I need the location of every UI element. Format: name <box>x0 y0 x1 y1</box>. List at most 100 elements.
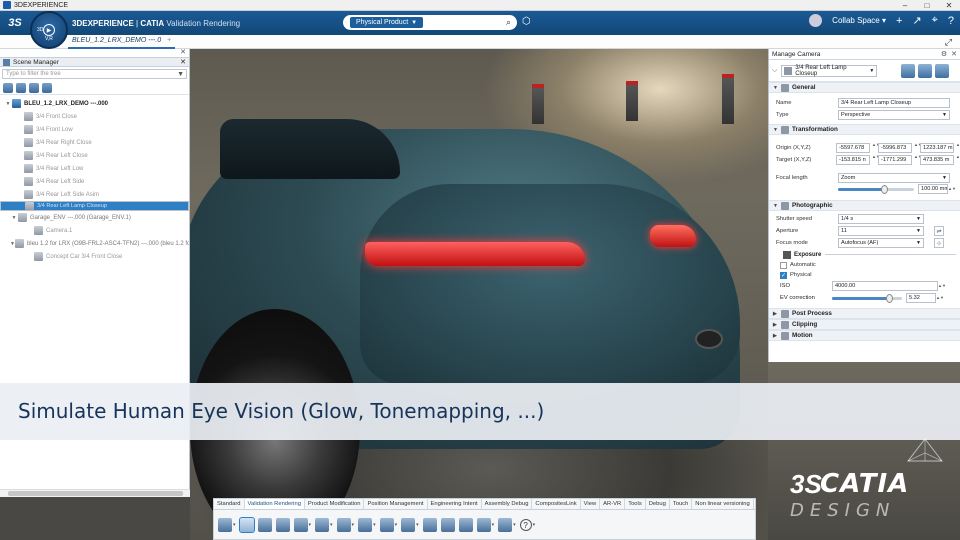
tab-tools[interactable]: Tools <box>625 499 646 509</box>
ev-correction-slider[interactable] <box>832 293 902 303</box>
link-icon[interactable]: ⇌ <box>934 226 944 236</box>
ds-logo-icon[interactable]: 3S <box>4 12 26 34</box>
chevron-down-icon[interactable]: ⌵ <box>772 67 777 75</box>
environment-tool-icon[interactable] <box>293 518 308 532</box>
batch-tool-icon[interactable] <box>476 518 491 532</box>
expand-tree-icon[interactable] <box>3 82 13 93</box>
stepper-icon[interactable]: ▲▼ <box>914 143 922 153</box>
tab-debug[interactable]: Debug <box>646 499 670 509</box>
table-tool-icon[interactable] <box>257 518 272 532</box>
add-tab-icon[interactable]: + <box>167 37 171 44</box>
close-icon[interactable]: ✕ <box>180 58 186 66</box>
stepper-icon[interactable]: ▲▼ <box>956 143 960 153</box>
section-clipping[interactable]: ▶ Clipping <box>769 319 960 330</box>
material-tool-icon[interactable] <box>336 518 351 532</box>
select-tool-icon[interactable] <box>218 518 232 532</box>
chevron-down-icon[interactable]: ▾ <box>233 522 236 528</box>
tab-view[interactable]: View <box>581 499 601 509</box>
view-compass-icon[interactable] <box>902 437 948 467</box>
render-tool-icon[interactable] <box>440 518 455 532</box>
tab-validation-rendering[interactable]: Validation Rendering <box>244 499 305 509</box>
tab-ar-vr[interactable]: AR-VR <box>600 499 626 509</box>
close-window-button[interactable]: ✕ <box>938 0 960 11</box>
shutter-speed-select[interactable]: 1/4 s ▼ <box>838 214 924 224</box>
tree-item[interactable]: 3/4 Rear Left Low <box>0 162 189 175</box>
video-tool-icon[interactable] <box>498 518 513 532</box>
section-motion[interactable]: ▶ Motion <box>769 330 960 341</box>
physical-checkbox[interactable]: ✓ <box>780 271 787 279</box>
fullscreen-icon[interactable]: ⤢ <box>945 37 952 48</box>
tab-compositeslink[interactable]: CompositesLink <box>532 499 581 509</box>
slider-knob[interactable] <box>886 293 894 303</box>
focal-length-slider[interactable] <box>838 184 914 194</box>
tab-non-linear-versioning[interactable]: Non linear versioning <box>692 499 754 509</box>
tab-standard[interactable]: Standard <box>214 499 245 509</box>
scrollbar-thumb[interactable] <box>8 491 183 496</box>
compass-widget[interactable]: 3D ▶ V,R <box>30 11 68 49</box>
search-icon[interactable]: ⌕ <box>506 17 511 28</box>
search-box[interactable]: Physical Product ▼ ⌕ <box>343 15 517 30</box>
snapshot-icon[interactable] <box>29 82 39 93</box>
delete-camera-icon[interactable] <box>935 63 950 78</box>
section-general[interactable]: ▼ General <box>769 82 960 93</box>
chevron-down-icon[interactable]: ▾ <box>352 522 355 528</box>
close-icon[interactable]: ✕ <box>951 50 957 58</box>
camera-update-icon[interactable] <box>918 63 933 78</box>
tree-item[interactable]: 3/4 Front Close <box>0 110 189 123</box>
tree-item[interactable]: ▼ BLEU_1.2_LRX_DEMO ---.000 <box>0 97 189 110</box>
chevron-down-icon[interactable]: ▾ <box>395 522 398 528</box>
maximize-button[interactable]: □ <box>916 0 938 11</box>
tree-item[interactable]: ▼ bleu 1.2 for LRX (O9B-FRL2-ASC4-TFN2) -… <box>0 237 189 250</box>
stepper-icon[interactable]: ▲▼ <box>936 296 944 300</box>
slider-knob[interactable] <box>880 184 888 194</box>
section-photographic[interactable]: ▼ Photographic <box>769 200 960 211</box>
horizontal-scrollbar[interactable] <box>0 489 190 497</box>
tree-item[interactable]: 3/4 Rear Right Close <box>0 136 189 149</box>
light-tool-icon[interactable] <box>315 518 330 532</box>
stepper-icon[interactable]: ▲▼ <box>914 155 922 165</box>
chevron-down-icon[interactable]: ▾ <box>416 522 419 528</box>
tab-document[interactable]: BLEU_1.2_LRX_DEMO ---.0 + <box>68 35 176 49</box>
tree-item[interactable]: 3/4 Rear Left Side <box>0 175 189 188</box>
tab-product-modification[interactable]: Product Modification <box>305 499 365 509</box>
tree-item[interactable]: ▼ Garage_ENV ---.000 (Garage_ENV.1) <box>0 211 189 224</box>
chevron-down-icon[interactable]: ▾ <box>513 522 516 528</box>
tree-item[interactable]: Camera.1 <box>0 224 189 237</box>
aperture-select[interactable]: 11 ▼ <box>838 226 924 236</box>
stepper-icon[interactable]: ▲▼ <box>956 155 960 165</box>
automatic-checkbox[interactable] <box>780 261 787 269</box>
ev-correction-field[interactable]: 5.32 <box>906 293 936 303</box>
origin-y-field[interactable]: -5996.873 <box>878 143 912 153</box>
filter-icon[interactable]: ▼ <box>177 71 184 78</box>
sphere-tool-icon[interactable] <box>358 518 373 532</box>
chevron-down-icon[interactable]: ▾ <box>373 522 376 528</box>
tab-touch[interactable]: Touch <box>670 499 693 509</box>
expand-icon[interactable]: ▼ <box>10 215 18 221</box>
tree-item[interactable]: 3/4 Rear Left Lamp Closeup <box>0 201 189 211</box>
scene-tool-icon[interactable] <box>379 518 394 532</box>
capture-tool-icon[interactable] <box>401 518 416 532</box>
tag-icon[interactable]: ⬡ <box>522 16 531 27</box>
origin-x-field[interactable]: -5597.678 <box>836 143 870 153</box>
target-z-field[interactable]: 473.835 m <box>920 155 954 165</box>
stepper-icon[interactable]: ▲▼ <box>938 284 946 288</box>
tab-assembly-debug[interactable]: Assembly Debug <box>482 499 533 509</box>
collab-space-selector[interactable]: Collab Space ▾ <box>832 16 886 25</box>
tab-engineering-intent[interactable]: Engineering Intent <box>428 499 482 509</box>
scene-manager-tool-icon[interactable] <box>238 517 255 533</box>
iso-field[interactable]: 4000.00 <box>832 281 938 291</box>
stepper-icon[interactable]: ▲▼ <box>872 143 880 153</box>
camera-tool-icon[interactable] <box>422 518 437 532</box>
focus-pick-icon[interactable]: ⊹ <box>934 238 944 248</box>
render-tool-icon[interactable] <box>42 82 52 93</box>
stepper-icon[interactable]: ▲▼ <box>872 155 880 165</box>
section-transformation[interactable]: ▼ Transformation <box>769 124 960 135</box>
focal-length-field[interactable]: 100.00 mm <box>918 184 948 194</box>
focal-mode-select[interactable]: Zoom ▼ <box>838 173 950 183</box>
panel-close-icon[interactable]: ✕ <box>0 49 189 57</box>
play-icon[interactable]: ▶ <box>43 24 55 36</box>
type-select[interactable]: Perspective ▼ <box>838 110 950 120</box>
search-scope-tag[interactable]: Physical Product ▼ <box>350 17 424 28</box>
stepper-icon[interactable]: ▲▼ <box>948 187 956 191</box>
minimize-button[interactable]: – <box>894 0 916 11</box>
